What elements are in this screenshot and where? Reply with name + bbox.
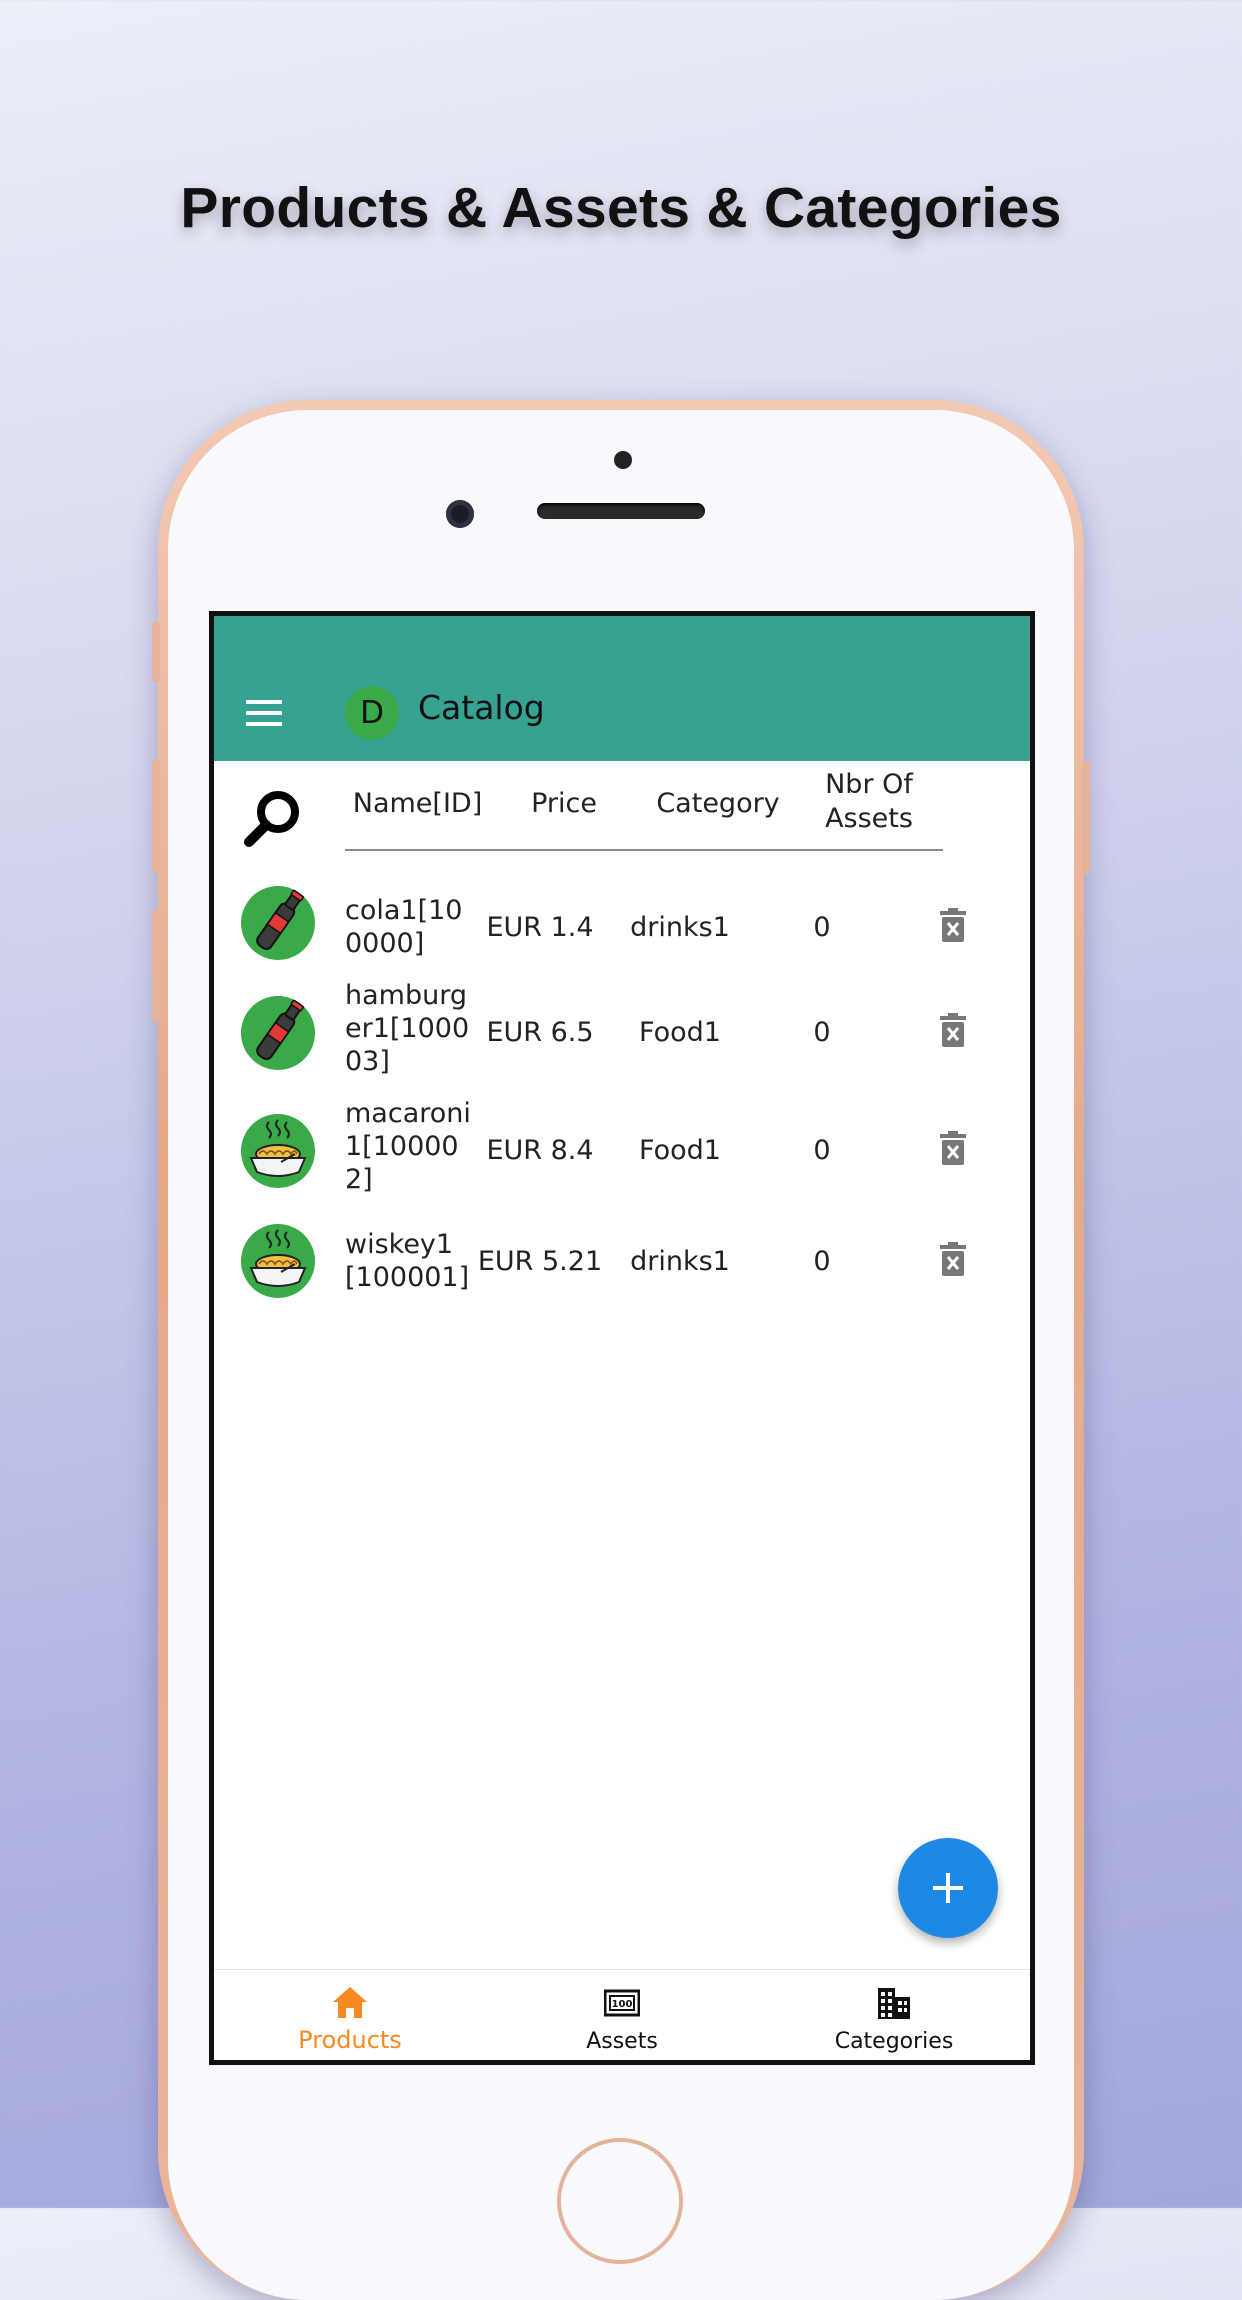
product-category: Food1: [639, 1135, 721, 1166]
app-screen: D Catalog Name[ID] Price Category Nbr Of…: [209, 611, 1035, 2065]
cash-icon: 100: [604, 1989, 640, 2017]
product-assets-count: 0: [813, 1135, 831, 1166]
tab-categories[interactable]: Categories: [804, 1970, 984, 2060]
svg-text:100: 100: [612, 1999, 633, 2010]
product-name: hamburger1[100003]: [345, 980, 470, 1077]
silent-switch: [152, 622, 160, 682]
header-assets[interactable]: Nbr Of Assets: [814, 768, 924, 836]
product-price: EUR 1.4: [486, 912, 594, 943]
header-divider: [345, 849, 943, 851]
volume-down-button: [152, 910, 160, 1022]
add-product-button[interactable]: [898, 1838, 998, 1938]
product-category: Food1: [639, 1017, 721, 1048]
header-assets-line2: Assets: [825, 803, 913, 834]
front-camera: [446, 500, 474, 528]
delete-icon[interactable]: [939, 1242, 967, 1276]
delete-icon[interactable]: [939, 1013, 967, 1047]
tab-categories-label: Categories: [834, 2029, 954, 2054]
headline: Products & Assets & Categories: [180, 176, 1062, 240]
product-name: cola1[100000]: [345, 895, 463, 959]
tab-assets-label: Assets: [586, 2029, 658, 2054]
tab-assets[interactable]: 100 Assets: [532, 1970, 712, 2060]
power-button: [1082, 762, 1090, 874]
cola-bottle-icon: [241, 886, 315, 960]
product-price: EUR 5.21: [477, 1246, 603, 1277]
home-icon: [333, 1987, 367, 2018]
home-button: [557, 2138, 683, 2264]
tab-products[interactable]: Products: [260, 1970, 440, 2060]
search-icon[interactable]: [241, 787, 303, 849]
product-assets-count: 0: [813, 912, 831, 943]
product-name: macaroni1[100002]: [345, 1098, 471, 1195]
proximity-sensor: [614, 451, 632, 469]
earpiece-speaker: [537, 503, 705, 519]
product-category: drinks1: [630, 1246, 730, 1277]
delete-icon[interactable]: [939, 908, 967, 942]
product-price: EUR 6.5: [486, 1017, 594, 1048]
product-category: drinks1: [630, 912, 730, 943]
building-icon: [878, 1988, 910, 2019]
header-assets-line1: Nbr Of: [825, 769, 913, 800]
bottom-nav: Products 100 Assets Categories: [214, 1969, 1030, 2060]
product-name: wiskey1[100001]: [345, 1229, 470, 1293]
product-price: EUR 8.4: [486, 1135, 594, 1166]
product-assets-count: 0: [813, 1246, 831, 1277]
plus-icon: [933, 1873, 963, 1903]
product-assets-count: 0: [813, 1017, 831, 1048]
cola-bottle-icon: [241, 996, 315, 1070]
page-title: Catalog: [418, 688, 545, 727]
volume-up-button: [152, 760, 160, 872]
delete-icon[interactable]: [939, 1131, 967, 1165]
noodles-bowl-icon: [241, 1114, 315, 1188]
menu-icon[interactable]: [246, 700, 282, 726]
header-category[interactable]: Category: [648, 787, 788, 821]
header-price[interactable]: Price: [514, 787, 614, 821]
app-bar: D Catalog: [214, 616, 1030, 761]
noodles-bowl-icon: [241, 1224, 315, 1298]
tab-products-label: Products: [298, 2026, 402, 2054]
header-name[interactable]: Name[ID]: [345, 787, 490, 821]
avatar[interactable]: D: [345, 686, 399, 740]
